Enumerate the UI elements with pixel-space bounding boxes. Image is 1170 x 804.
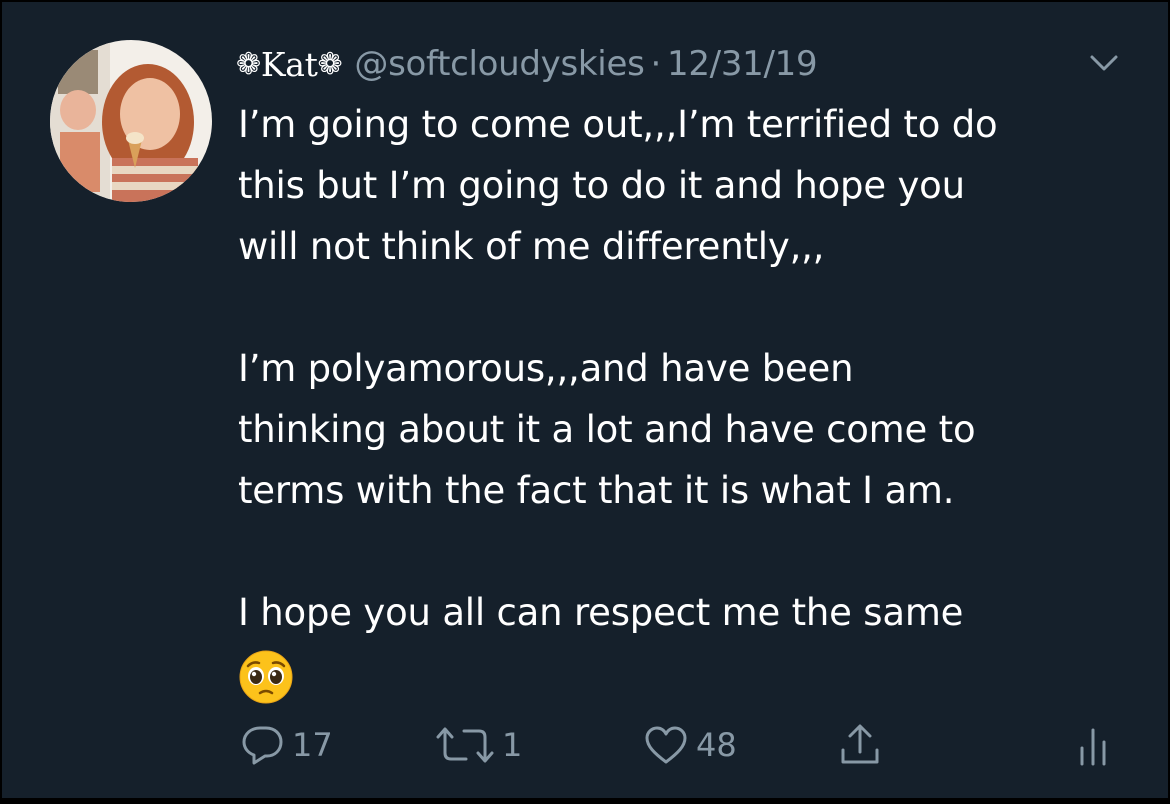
reply-icon [240, 723, 286, 767]
tweet-line: will not think of me differently,,, [238, 225, 825, 268]
tweet-line: I’m polyamorous,,,and have been [238, 347, 854, 390]
name-decoration-right: ❁ [317, 46, 343, 82]
share-icon [838, 722, 882, 768]
retweet-count: 1 [502, 726, 523, 764]
analytics-icon [1076, 722, 1110, 768]
share-button[interactable] [838, 720, 882, 770]
like-button[interactable]: 48 [642, 720, 737, 770]
tweet-line: I hope you all can respect me the same [238, 591, 964, 634]
name-decoration-left: ❁ [236, 46, 261, 82]
avatar[interactable] [50, 40, 212, 202]
separator-dot: · [650, 44, 661, 84]
chevron-down-icon[interactable] [1086, 48, 1122, 78]
pleading-face-emoji [238, 649, 294, 705]
heart-icon [642, 723, 690, 767]
emoji-line [238, 643, 1138, 705]
reply-button[interactable]: 17 [240, 720, 333, 770]
tweet-line: thinking about it a lot and have come to [238, 408, 976, 451]
display-name[interactable]: Kat [261, 45, 318, 84]
analytics-button[interactable] [1076, 720, 1110, 770]
retweet-button[interactable]: 1 [434, 720, 522, 770]
tweet-line: this but I’m going to do it and hope you [238, 164, 965, 207]
tweet-actions: 17 1 48 [2, 720, 1168, 770]
tweet-line: I’m going to come out,,,I’m terrified to… [238, 103, 998, 146]
tweet-card[interactable]: ❁ Kat ❁ @softcloudyskies · 12/31/19 I’m … [2, 2, 1168, 798]
tweet-header: ❁ Kat ❁ @softcloudyskies · 12/31/19 [236, 42, 818, 86]
like-count: 48 [696, 726, 737, 764]
reply-count: 17 [292, 726, 333, 764]
user-handle[interactable]: @softcloudyskies [354, 44, 644, 84]
tweet-line: terms with the fact that it is what I am… [238, 469, 955, 512]
tweet-date[interactable]: 12/31/19 [667, 44, 818, 84]
tweet-text: I’m going to come out,,,I’m terrified to… [238, 94, 1138, 705]
retweet-icon [434, 723, 496, 767]
